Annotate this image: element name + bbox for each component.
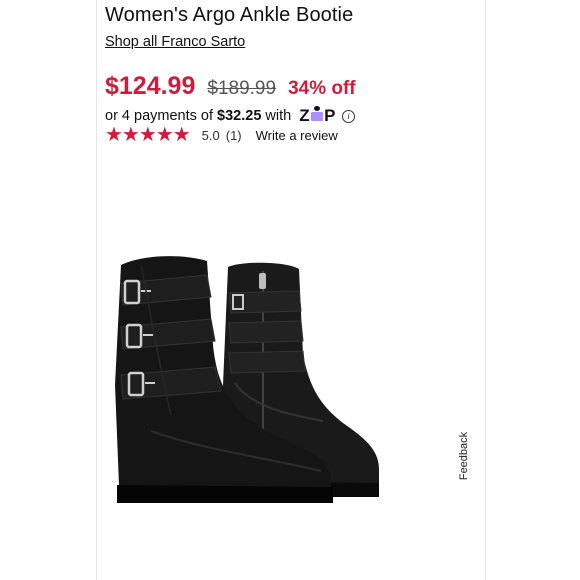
zip-logo: ZP	[299, 106, 336, 125]
review-count[interactable]: (1)	[226, 128, 242, 143]
star-rating-icon: ★★★★★	[105, 124, 191, 146]
feedback-tab[interactable]: Feedback	[458, 430, 480, 490]
product-image[interactable]	[111, 235, 441, 505]
write-review-link[interactable]: Write a review	[256, 128, 338, 143]
feedback-label[interactable]: Feedback	[458, 432, 470, 480]
product-title: Women's Argo Ankle Bootie	[105, 4, 354, 26]
installment-amount: $32.25	[217, 108, 262, 124]
installment-row: or 4 payments of $32.25 with ZP i	[105, 106, 355, 126]
price-row: $124.99 $189.99 34% off	[105, 72, 356, 101]
rating-row: ★★★★★ 5.0 (1) Write a review	[105, 125, 338, 145]
installment-suffix: with	[265, 108, 292, 124]
product-panel: Women's Argo Ankle Bootie Shop all Franc…	[96, 0, 486, 580]
rating-score: 5.0	[201, 127, 220, 143]
shop-brand-link[interactable]: Shop all Franco Sarto	[105, 34, 245, 50]
installment-prefix: or 4 payments of	[105, 108, 213, 124]
original-price: $189.99	[207, 78, 277, 99]
current-price: $124.99	[105, 72, 196, 100]
discount-badge: 34% off	[288, 78, 356, 99]
info-icon[interactable]: i	[341, 109, 355, 123]
